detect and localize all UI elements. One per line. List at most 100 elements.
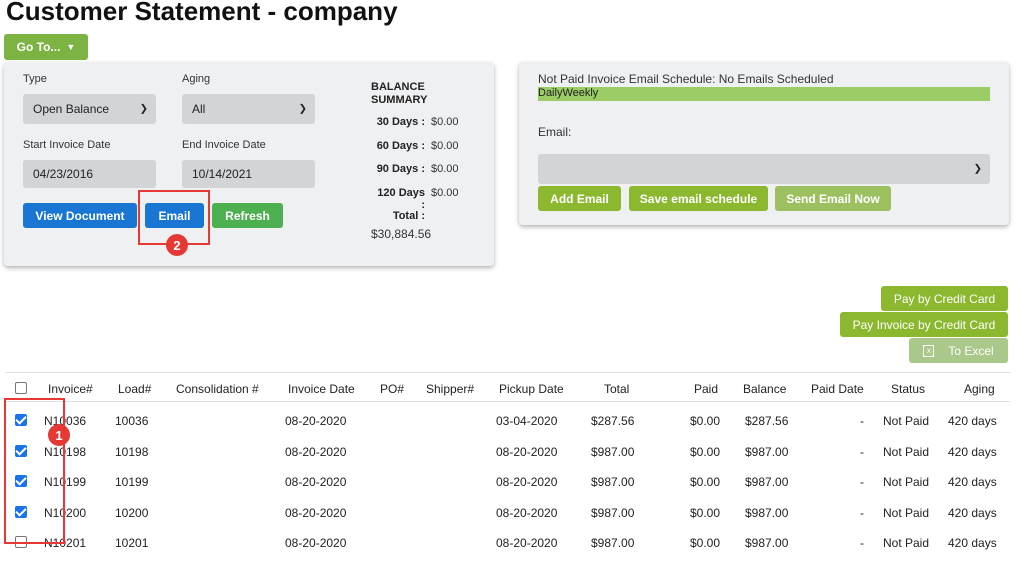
balance-row-90: 90 Days : $0.00 (371, 163, 471, 175)
email-schedule-panel: Not Paid Invoice Email Schedule: No Emai… (519, 62, 1009, 225)
table-row[interactable]: N10199 10199 08-20-2020 08-20-2020 $987.… (6, 475, 1010, 505)
cell-balance: $987.00 (745, 445, 789, 459)
cell-paid-date: - (860, 445, 864, 459)
balance-summary-title: BALANCE SUMMARY (371, 81, 433, 107)
balance-60-label: 60 Days : (376, 140, 425, 152)
balance-60-value: $0.00 (431, 140, 459, 152)
balance-total-label: Total : (392, 210, 425, 222)
end-date-value: 10/14/2021 (192, 167, 253, 181)
balance-total-value: $30,884.56 (371, 227, 432, 241)
type-label: Type (23, 73, 47, 85)
refresh-button[interactable]: Refresh (212, 203, 283, 228)
email-select[interactable]: ❯ (538, 154, 990, 184)
cell-invoice-date: 08-20-2020 (285, 475, 347, 489)
caret-down-icon: ▼ (66, 42, 76, 52)
table-row[interactable]: N10200 10200 08-20-2020 08-20-2020 $987.… (6, 506, 1010, 536)
start-date-input[interactable]: 04/23/2016 (23, 160, 156, 188)
cell-paid-date: - (860, 536, 864, 550)
cell-paid-date: - (860, 475, 864, 489)
cell-invoice-date: 08-20-2020 (285, 536, 347, 550)
checkbox-highlight-box (4, 398, 65, 544)
header-po[interactable]: PO# (380, 382, 404, 396)
balance-30-label: 30 Days : (376, 116, 425, 128)
view-document-button[interactable]: View Document (23, 203, 137, 228)
schedule-status-text: Not Paid Invoice Email Schedule: No Emai… (538, 72, 834, 86)
to-excel-label: To Excel (948, 343, 994, 358)
header-total[interactable]: Total (604, 382, 629, 396)
select-all-checkbox[interactable] (15, 382, 27, 394)
balance-row-60: 60 Days : $0.00 (371, 140, 471, 152)
start-date-label: Start Invoice Date (23, 139, 111, 151)
chevron-down-icon: ❯ (298, 103, 307, 115)
excel-icon: x (923, 344, 935, 357)
cell-paid-date: - (860, 414, 864, 428)
cell-pickup-date: 08-20-2020 (496, 506, 558, 520)
page-title: Customer Statement - company (6, 0, 398, 26)
pay-by-credit-card-button[interactable]: Pay by Credit Card (881, 286, 1008, 311)
header-invoice-date[interactable]: Invoice Date (288, 382, 355, 396)
chevron-down-icon: ❯ (139, 103, 148, 115)
header-status[interactable]: Status (891, 382, 925, 396)
cell-invoice-date: 08-20-2020 (285, 445, 347, 459)
cell-total: $987.00 (591, 536, 635, 550)
cell-balance: $987.00 (745, 475, 789, 489)
cell-balance: $987.00 (745, 506, 789, 520)
end-date-label: End Invoice Date (182, 139, 266, 151)
cell-status: Not Paid (883, 475, 930, 489)
to-excel-button[interactable]: x To Excel (909, 338, 1008, 363)
annotation-badge-2: 2 (166, 234, 188, 256)
cell-paid: $0.00 (690, 506, 721, 520)
cell-pickup-date: 03-04-2020 (496, 414, 558, 428)
cell-aging: 420 days (948, 475, 997, 489)
cell-aging: 420 days (948, 414, 997, 428)
cell-aging: 420 days (948, 445, 997, 459)
cell-load: 10200 (115, 506, 149, 520)
cell-balance: $987.00 (745, 536, 789, 550)
table-row[interactable]: N10198 10198 08-20-2020 08-20-2020 $987.… (6, 445, 1010, 475)
email-label: Email: (538, 125, 572, 139)
goto-button[interactable]: Go To... ▼ (4, 34, 88, 60)
pay-invoice-by-credit-card-button[interactable]: Pay Invoice by Credit Card (840, 312, 1008, 337)
type-select[interactable]: Open Balance ❯ (23, 94, 156, 124)
header-aging[interactable]: Aging (964, 382, 995, 396)
header-consolidation[interactable]: Consolidation # (176, 382, 259, 396)
cell-load: 10199 (115, 475, 149, 489)
cell-aging: 420 days (948, 506, 997, 520)
cell-pickup-date: 08-20-2020 (496, 445, 558, 459)
cell-total: $987.00 (591, 445, 635, 459)
cell-balance: $287.56 (745, 414, 789, 428)
statement-filter-panel: Type Open Balance ❯ Aging All ❯ Start In… (4, 62, 494, 266)
cell-pickup-date: 08-20-2020 (496, 536, 558, 550)
cell-load: 10198 (115, 445, 149, 459)
balance-row-30: 30 Days : $0.00 (371, 116, 471, 128)
header-balance[interactable]: Balance (743, 382, 786, 396)
cell-total: $987.00 (591, 475, 635, 489)
type-select-value: Open Balance (33, 102, 110, 116)
balance-120-label: 120 Days : (377, 187, 425, 211)
aging-select[interactable]: All ❯ (182, 94, 315, 124)
aging-label: Aging (182, 73, 211, 85)
header-paid-date[interactable]: Paid Date (811, 382, 864, 396)
table-row[interactable]: N10201 10201 08-20-2020 08-20-2020 $987.… (6, 536, 1010, 566)
header-shipper[interactable]: Shipper# (426, 382, 474, 396)
schedule-frequency-bar[interactable]: DailyWeekly (538, 87, 990, 101)
header-paid[interactable]: Paid (694, 382, 718, 396)
header-invoice[interactable]: Invoice# (48, 382, 93, 396)
goto-label: Go To... (16, 40, 61, 54)
send-email-now-button[interactable]: Send Email Now (775, 186, 891, 211)
header-pickup-date[interactable]: Pickup Date (499, 382, 564, 396)
end-date-input[interactable]: 10/14/2021 (182, 160, 315, 188)
cell-load: 10036 (115, 414, 149, 428)
add-email-button[interactable]: Add Email (538, 186, 621, 211)
header-load[interactable]: Load# (118, 382, 151, 396)
cell-total: $987.00 (591, 506, 635, 520)
cell-pickup-date: 08-20-2020 (496, 475, 558, 489)
save-email-schedule-button[interactable]: Save email schedule (629, 186, 768, 211)
cell-status: Not Paid (883, 536, 930, 550)
table-row[interactable]: N10036 10036 08-20-2020 03-04-2020 $287.… (6, 414, 1010, 444)
balance-120-value: $0.00 (431, 187, 459, 199)
cell-paid: $0.00 (690, 445, 721, 459)
start-date-value: 04/23/2016 (33, 167, 94, 181)
cell-paid: $0.00 (690, 414, 721, 428)
balance-90-label: 90 Days : (376, 163, 425, 175)
